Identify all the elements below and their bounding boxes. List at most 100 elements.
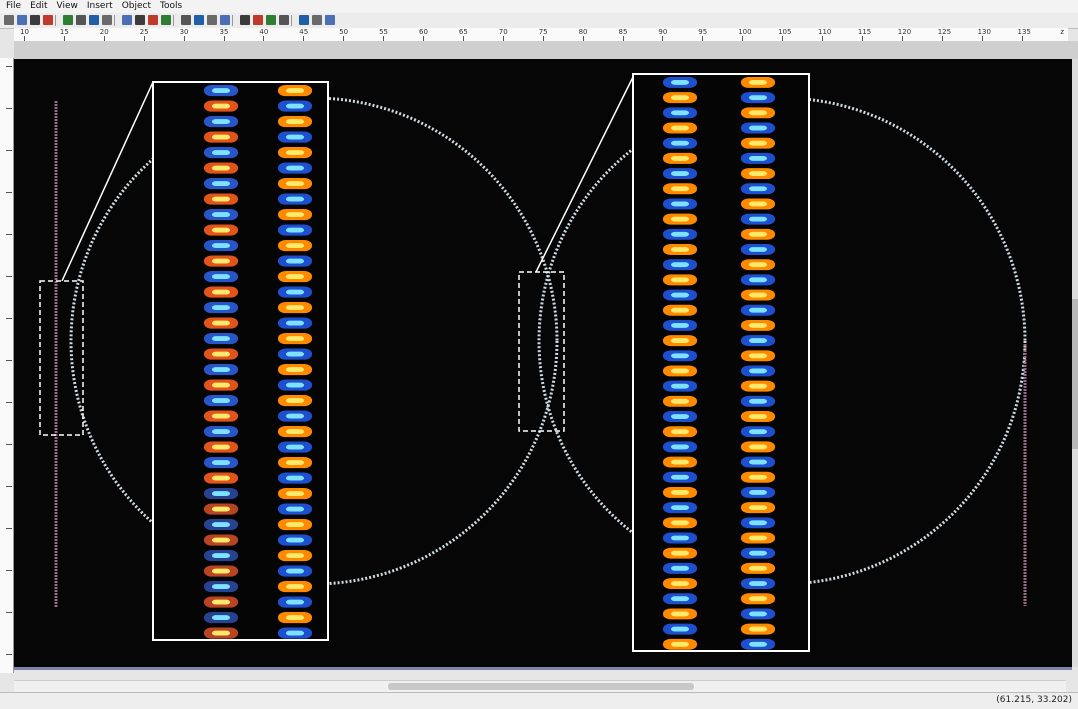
menu-edit[interactable]: Edit (30, 1, 47, 11)
field-lobe-core (671, 292, 689, 298)
field-lobe-core (671, 474, 689, 480)
snap-icon[interactable] (148, 15, 158, 25)
waveguide-icon[interactable] (181, 15, 191, 25)
field-lobe-core (212, 289, 230, 295)
ruler-tick-label: 70 (498, 28, 508, 36)
field-lobe-core (286, 196, 304, 202)
field-lobe-core (671, 414, 689, 419)
run-icon[interactable] (279, 15, 289, 25)
pan-icon[interactable] (89, 15, 99, 25)
ruler-tick-label: 50 (339, 28, 349, 36)
field-lobe-core (671, 186, 689, 192)
ruler-tick (6, 654, 12, 655)
vertical-scrollbar-thumb[interactable] (1072, 299, 1078, 449)
field-lobe-core (212, 553, 230, 559)
field-lobe-core (671, 247, 689, 252)
zoom-icon[interactable] (102, 15, 112, 25)
ruler-tick (6, 234, 12, 235)
menu-tools[interactable]: Tools (160, 1, 182, 11)
monitor-icon[interactable] (266, 15, 276, 25)
horizontal-scrollbar-thumb[interactable] (388, 683, 694, 690)
ring-icon[interactable] (194, 15, 204, 25)
grid-icon[interactable] (135, 15, 145, 25)
menu-file[interactable]: File (6, 1, 21, 11)
field-lobe-core (212, 150, 230, 156)
field-lobe-core (749, 535, 767, 541)
menu-view[interactable]: View (57, 1, 78, 11)
field-lobe-core (212, 382, 230, 388)
field-lobe-core (212, 305, 230, 311)
ruler-tick-label: 115 (857, 28, 872, 36)
view-icon[interactable] (299, 15, 309, 25)
field-lobe-core (212, 320, 230, 326)
layout-canvas[interactable] (14, 59, 1072, 667)
toolbar-separator (291, 15, 292, 26)
layer-icon[interactable] (161, 15, 171, 25)
ruler-tick (6, 444, 12, 445)
undo-icon[interactable] (43, 15, 53, 25)
field-lobe-core (749, 581, 767, 586)
coupler-icon[interactable] (220, 15, 230, 25)
field-lobe-core (212, 599, 230, 605)
ruler-tick-label: 95 (698, 28, 708, 36)
copy-icon[interactable] (17, 15, 27, 25)
menu-insert[interactable]: Insert (87, 1, 113, 11)
horizontal-scrollbar[interactable] (14, 680, 1066, 692)
ruler-tick-label: 100 (738, 28, 752, 36)
export-icon[interactable] (325, 15, 335, 25)
field-lobe-core (212, 413, 230, 419)
field-lobe-core (212, 88, 230, 94)
field-lobe-core (286, 599, 304, 605)
field-lobe-core (749, 322, 767, 328)
toolbar (0, 13, 1078, 29)
select-icon[interactable] (76, 15, 86, 25)
field-lobe-core (749, 277, 767, 283)
field-lobe-core (749, 155, 767, 161)
field-lobe-core (671, 110, 689, 116)
field-lobe-core (212, 537, 230, 543)
field-lobe-core (749, 186, 767, 192)
field-lobe-core (749, 307, 767, 313)
field-lobe-core (671, 125, 689, 131)
zoom-fit-icon[interactable] (122, 15, 132, 25)
field-lobe-core (671, 581, 689, 586)
field-lobe-core (749, 429, 767, 435)
ruler-tick (6, 66, 12, 67)
field-lobe-core (286, 491, 304, 497)
vertical-ruler (0, 58, 14, 673)
field-lobe-core (286, 584, 304, 590)
field-simulation-view[interactable] (14, 59, 1072, 667)
field-lobe-core (286, 382, 304, 388)
cut-icon[interactable] (4, 15, 14, 25)
vertical-scrollbar[interactable] (1072, 59, 1078, 667)
field-lobe-core (212, 103, 230, 109)
field-lobe-core (671, 140, 689, 146)
field-lobe-core (671, 505, 689, 511)
ruler-tick-label: 110 (818, 28, 832, 36)
arrow-icon[interactable] (240, 15, 250, 25)
field-lobe-core (286, 134, 304, 140)
field-lobe-core (671, 459, 689, 465)
field-lobe-core (286, 398, 304, 404)
horizontal-ruler: 10 15 20 25 30 35 40 45 50 55 60 65 70 75 80 85 90 95 100 1… (14, 28, 1068, 42)
field-lobe-core (286, 413, 304, 419)
field-lobe-core (286, 305, 304, 311)
ruler-tick (6, 276, 12, 277)
field-lobe-core (212, 475, 230, 481)
field-lobe-core (671, 444, 689, 450)
zoom-region-box-left (39, 280, 84, 436)
field-lobe-core (671, 262, 689, 268)
chart-icon[interactable] (312, 15, 322, 25)
paste-icon[interactable] (30, 15, 40, 25)
field-lobe-core (212, 444, 230, 450)
ruler-tick-label: 40 (259, 28, 269, 36)
field-lobe-core (286, 119, 304, 125)
field-lobe-core (671, 596, 689, 602)
menu-object[interactable]: Object (122, 1, 151, 11)
redo-icon[interactable] (63, 15, 73, 25)
field-lobe-core (671, 80, 689, 85)
port-icon[interactable] (253, 15, 263, 25)
ruler-tick-label: 55 (379, 28, 389, 36)
field-lobe-core (671, 565, 689, 571)
taper-icon[interactable] (207, 15, 217, 25)
